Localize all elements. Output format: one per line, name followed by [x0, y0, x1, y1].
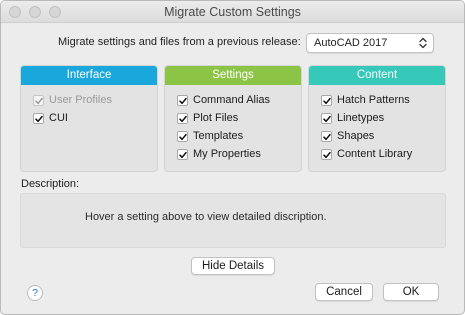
checkmark-icon: [179, 133, 187, 141]
checkbox[interactable]: [321, 95, 332, 106]
interface-panel-header: Interface: [21, 66, 157, 85]
checkbox[interactable]: [33, 113, 44, 124]
checkmark-icon: [323, 115, 331, 123]
checkbox[interactable]: [321, 113, 332, 124]
settings-panel: Settings Command Alias Plot Files Templa…: [164, 65, 302, 172]
checkbox[interactable]: [321, 131, 332, 142]
option-label: Hatch Patterns: [337, 94, 410, 106]
help-icon[interactable]: ?: [27, 285, 43, 301]
checkbox[interactable]: [177, 113, 188, 124]
checkbox[interactable]: [177, 95, 188, 106]
checkbox[interactable]: [177, 149, 188, 160]
option-label: CUI: [49, 112, 68, 124]
checkmark-icon: [35, 115, 43, 123]
cancel-button[interactable]: Cancel: [315, 283, 373, 301]
description-label: Description:: [21, 178, 80, 190]
checkbox[interactable]: [321, 149, 332, 160]
checkmark-icon: [35, 97, 43, 105]
ok-button[interactable]: OK: [383, 283, 439, 301]
migrate-settings-dialog: Migrate Custom Settings Migrate settings…: [0, 0, 465, 315]
release-select[interactable]: AutoCAD 2017: [306, 33, 434, 53]
option-label: Content Library: [337, 148, 413, 160]
description-text: Hover a setting above to view detailed d…: [85, 211, 327, 223]
checkmark-icon: [179, 151, 187, 159]
settings-panel-header: Settings: [165, 66, 301, 85]
checkmark-icon: [323, 151, 331, 159]
hide-details-button[interactable]: Hide Details: [191, 257, 275, 275]
option-label: Shapes: [337, 130, 375, 142]
option-label: My Properties: [193, 148, 261, 160]
up-down-arrows-icon: [419, 37, 427, 49]
interface-panel: Interface User Profiles CUI: [20, 65, 158, 172]
window-title: Migrate Custom Settings: [164, 5, 301, 19]
option-label: Command Alias: [193, 94, 271, 106]
migrate-label: Migrate settings and files from a previo…: [58, 36, 301, 48]
release-select-value: AutoCAD 2017: [314, 37, 388, 49]
checkbox: [33, 95, 44, 106]
content-panel-header: Content: [309, 66, 445, 85]
title-bar: Migrate Custom Settings: [1, 1, 464, 23]
option-label: Linetypes: [337, 112, 385, 124]
checkmark-icon: [323, 97, 331, 105]
option-label: User Profiles: [49, 94, 112, 106]
checkmark-icon: [179, 97, 187, 105]
checkbox[interactable]: [177, 131, 188, 142]
option-label: Templates: [193, 130, 244, 142]
migrate-row: Migrate settings and files from a previo…: [1, 33, 464, 53]
description-box: Hover a setting above to view detailed d…: [20, 193, 446, 248]
content-panel: Content Hatch Patterns Linetypes Shapes …: [308, 65, 446, 172]
option-label: Plot Files: [193, 112, 239, 124]
checkmark-icon: [179, 115, 187, 123]
checkmark-icon: [323, 133, 331, 141]
